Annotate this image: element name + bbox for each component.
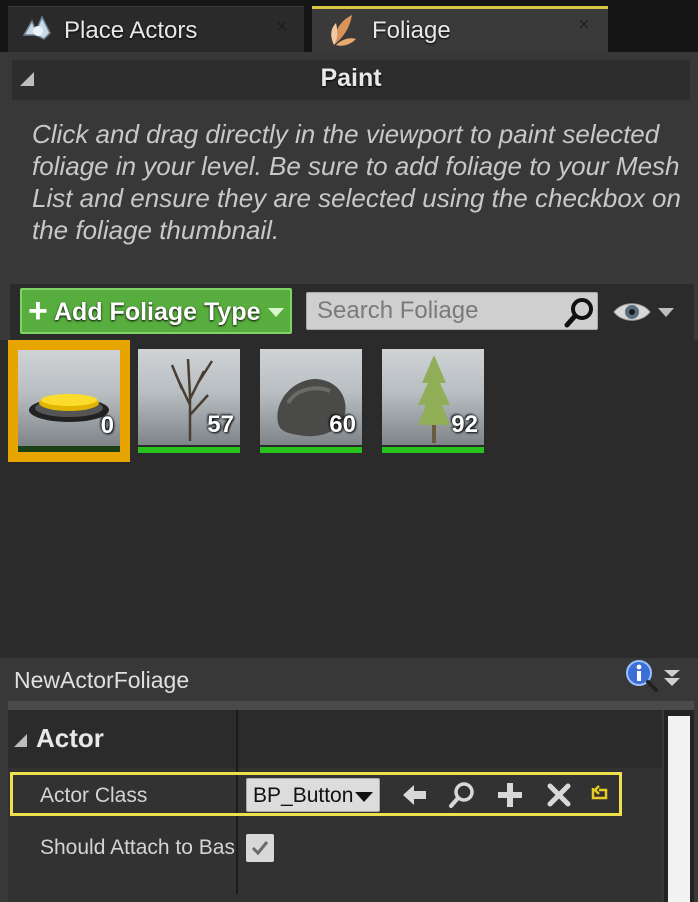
add-foliage-type-button[interactable]: + Add Foliage Type xyxy=(20,288,292,334)
chevron-down-icon[interactable] xyxy=(658,308,674,317)
checkmark-icon xyxy=(251,841,269,856)
reset-to-default-icon[interactable] xyxy=(588,784,610,806)
add-foliage-type-label: Add Foliage Type xyxy=(54,298,261,326)
yellow-button-icon xyxy=(29,394,109,422)
actor-category-header[interactable] xyxy=(8,710,662,768)
actor-class-dropdown[interactable]: BP_Button xyxy=(246,778,380,812)
eye-icon[interactable] xyxy=(612,297,652,327)
foliage-type-tile[interactable]: 57 xyxy=(138,349,242,453)
should-attach-checkbox[interactable] xyxy=(246,834,274,862)
collapse-arrow-icon[interactable] xyxy=(14,734,27,747)
search-input[interactable] xyxy=(317,297,557,325)
close-icon[interactable]: × xyxy=(274,17,290,37)
tab-place-actors[interactable]: Place Actors × xyxy=(8,6,304,52)
chevron-down-icon xyxy=(268,308,284,317)
use-selected-arrow-icon[interactable] xyxy=(400,781,428,809)
clear-x-icon[interactable] xyxy=(545,781,573,809)
tab-foliage[interactable]: Foliage × xyxy=(312,6,608,52)
instance-count: 92 xyxy=(451,411,478,438)
browse-search-icon[interactable] xyxy=(448,781,476,809)
foliage-type-tile[interactable]: 92 xyxy=(382,349,486,453)
progress-bar xyxy=(138,447,240,453)
divider xyxy=(8,701,694,710)
progress-bar xyxy=(260,447,362,453)
place-actors-icon xyxy=(22,15,51,40)
search-foliage-box[interactable] xyxy=(306,292,598,330)
plus-icon[interactable] xyxy=(496,781,524,809)
foliage-type-tile[interactable]: 0 xyxy=(8,340,130,462)
instance-count: 57 xyxy=(207,411,234,438)
paint-section-header[interactable]: Paint xyxy=(12,60,690,100)
should-attach-label: Should Attach to Bas xyxy=(40,836,235,859)
details-title: NewActorFoliage xyxy=(14,667,190,693)
tab-place-actors-label: Place Actors xyxy=(64,17,198,44)
foliage-icon xyxy=(331,15,356,46)
foliage-type-tile[interactable]: 60 xyxy=(260,349,364,453)
search-icon[interactable] xyxy=(563,295,597,329)
paint-title: Paint xyxy=(320,64,382,92)
instance-count: 0 xyxy=(100,412,114,439)
pine-tree-icon xyxy=(418,355,450,443)
progress-bar xyxy=(382,447,484,453)
chevron-down-icon xyxy=(355,792,373,802)
filter-icon[interactable] xyxy=(662,668,682,688)
tab-foliage-label: Foliage xyxy=(372,17,451,44)
instance-count: 60 xyxy=(329,411,356,438)
plus-icon: + xyxy=(28,292,48,330)
close-icon[interactable]: × xyxy=(576,15,592,35)
scrollbar-thumb[interactable] xyxy=(668,716,690,902)
info-search-icon[interactable] xyxy=(624,658,658,692)
paint-instructions: Click and drag directly in the viewport … xyxy=(32,119,681,245)
actor-class-value: BP_Button xyxy=(253,784,354,807)
actor-category-label: Actor xyxy=(36,723,104,753)
selection-bar xyxy=(18,446,120,452)
actor-class-label: Actor Class xyxy=(40,784,148,807)
